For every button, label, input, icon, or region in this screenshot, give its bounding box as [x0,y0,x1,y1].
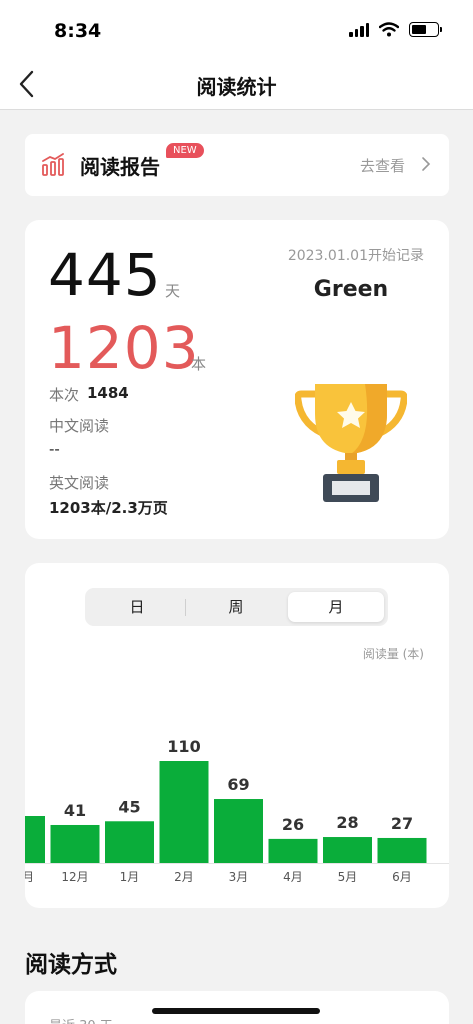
chevron-right-icon [422,157,431,171]
status-bar: 8:34 [0,0,473,58]
user-name: Green [313,277,389,302]
nav-bar: 阅读统计 [0,58,473,110]
session-label: 本次 [49,386,80,404]
chart-category-label: 5月 [338,870,358,884]
chart-bar[interactable] [377,837,427,863]
bar-chart-trend-icon [42,153,64,176]
chart-bar[interactable] [50,824,100,863]
chart-value-label: 41 [64,801,86,820]
chart-bar[interactable] [105,821,154,863]
days-unit: 天 [165,282,181,300]
trophy-icon [295,384,407,502]
chart-category-label: 6月 [392,870,412,884]
chart-category-label: 4月 [283,870,303,884]
page-title: 阅读统计 [196,75,277,99]
battery-icon [409,22,442,37]
chart-bar[interactable] [25,816,45,863]
books-unit: 本 [191,355,207,373]
chart-category-label: 12月 [61,870,88,884]
status-time: 8:34 [54,20,102,42]
books-count: 1203 [48,314,200,382]
recent-30-days-label: 最近 30 天 [49,1015,113,1024]
chart-value-label: 45 [118,797,140,816]
chart-category-label: 1月 [120,870,140,884]
chart-value-label: 69 [227,775,249,794]
new-badge: NEW [166,143,204,158]
cellular-signal-icon [349,22,369,37]
chart-category-label: 11月 [25,870,34,884]
status-icons [349,22,442,37]
chart-bar[interactable] [268,838,318,863]
record-start-date: 2023.01.01开始记录 [287,248,424,264]
english-reading-label: 英文阅读 [49,474,110,492]
chart-value-label: 28 [336,813,358,832]
chart-bar[interactable] [323,837,372,863]
chinese-reading-value: -- [49,440,60,458]
chart-value-label: 26 [282,815,304,834]
days-count: 445 [48,241,162,309]
monthly-chart-card: 日 周 月 阅读量 (本) 11月4112月451月1102月693月264月2… [25,563,449,908]
bar-chart: 11月 41 12月 45 1月 110 2月 69 3月 26 4月 28 5月 27 6月 [25,737,449,884]
chart-category-label: 2月 [174,870,194,884]
reading-report-title: 阅读报告 [80,155,160,179]
chart-value-label: 110 [167,737,200,756]
chart-bar[interactable] [214,799,263,863]
home-indicator[interactable] [152,1008,320,1014]
chart-category-label: 3月 [229,870,249,884]
reading-summary-card: 445 天 1203 本 本次 1484 中文阅读 -- 英文阅读 1203本/… [25,220,449,539]
english-reading-value: 1203本/2.3万页 [49,499,168,517]
reading-method-title: 阅读方式 [25,952,117,978]
wifi-icon [379,22,399,37]
reading-report-card[interactable]: 阅读报告 NEW 去查看 [25,134,449,196]
session-value: 1484 [87,384,129,402]
chart-value-label: 27 [391,814,413,833]
chart-bar[interactable] [159,761,209,863]
chinese-reading-label: 中文阅读 [49,417,110,435]
view-report-link[interactable]: 去查看 [360,155,405,176]
